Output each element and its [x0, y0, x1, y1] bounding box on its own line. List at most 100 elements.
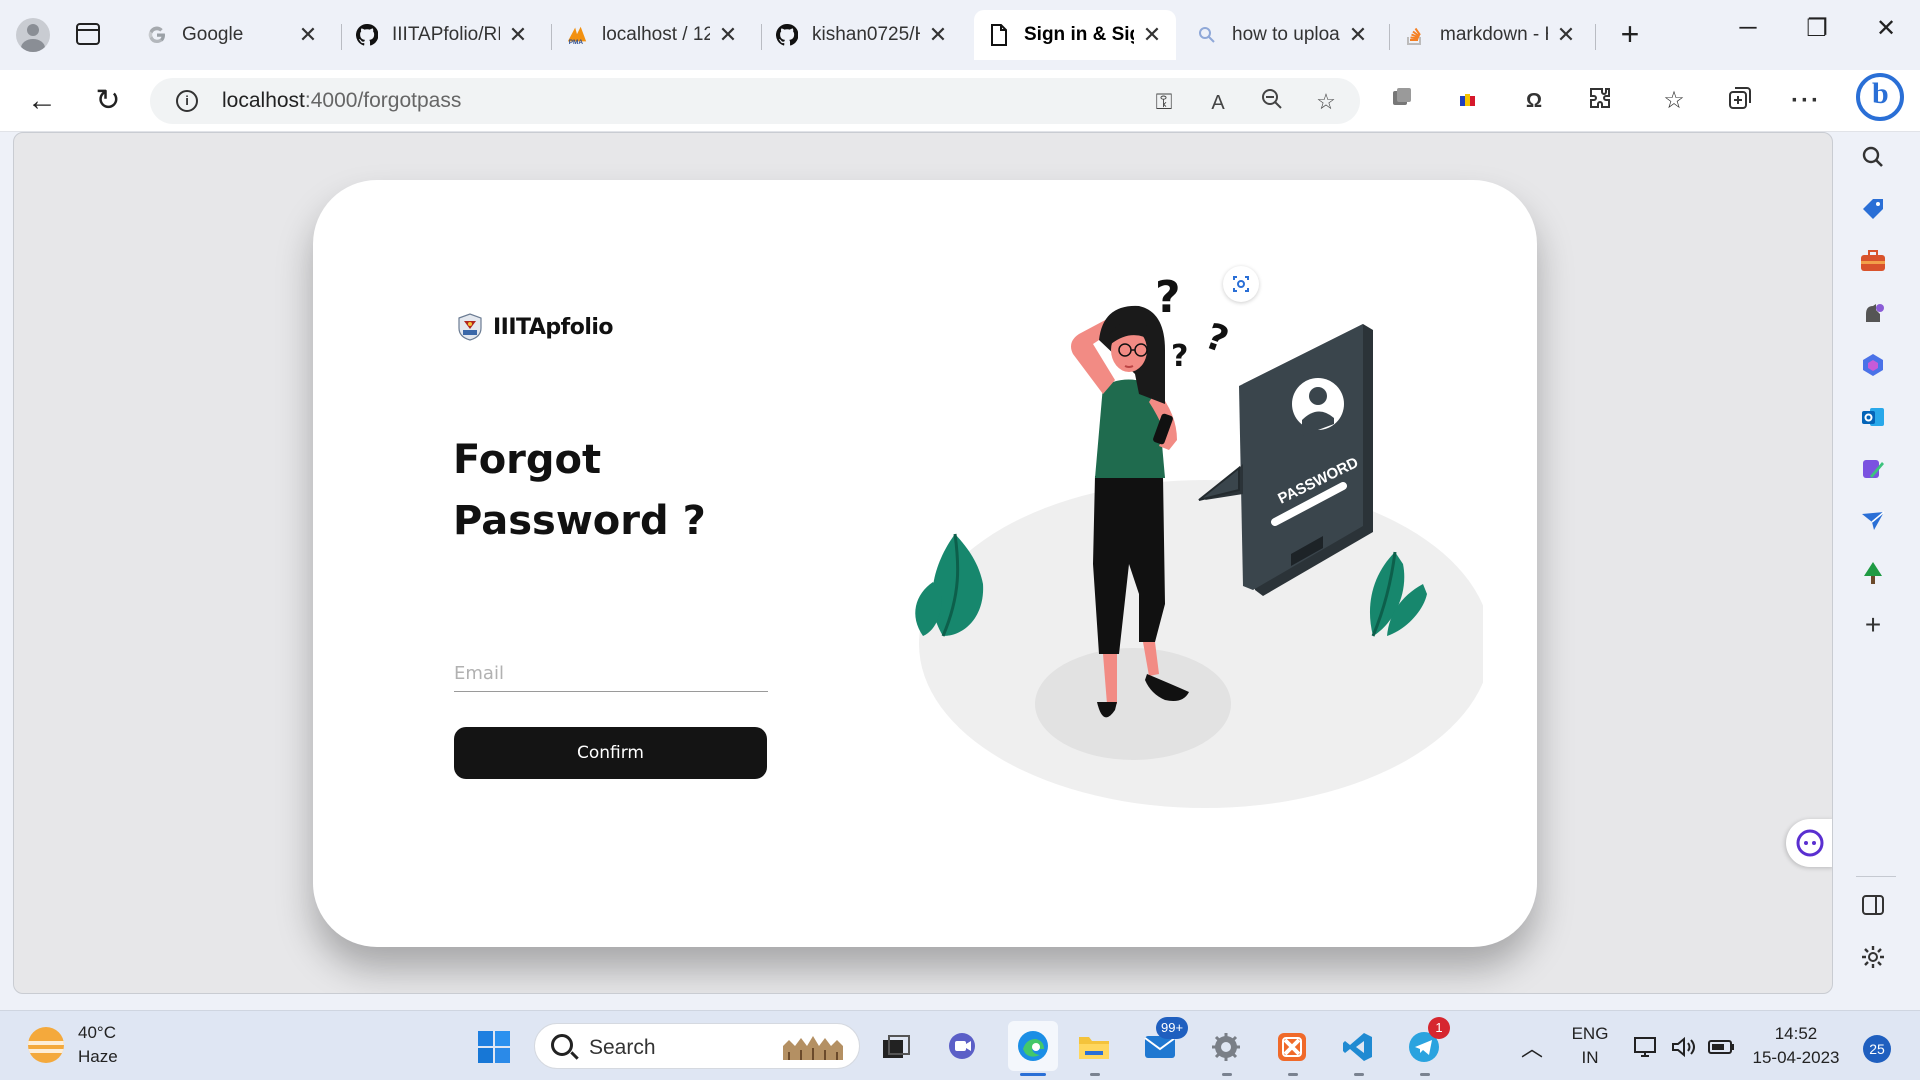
- tab-label: Sign in & Sign: [1024, 24, 1134, 45]
- settings-icon[interactable]: [1206, 1027, 1246, 1067]
- visual-search-button[interactable]: [1223, 266, 1259, 302]
- email-field[interactable]: [454, 650, 768, 691]
- tab-github-kishan[interactable]: kishan0725/H ✕: [762, 10, 962, 60]
- forgot-password-card: IIITApfolio Forgot Password ? Confirm: [313, 180, 1537, 947]
- tools-briefcase-icon[interactable]: [1856, 244, 1890, 278]
- close-tab-icon[interactable]: ✕: [1142, 22, 1162, 48]
- assistant-button[interactable]: [1786, 819, 1832, 867]
- more-options-icon[interactable]: ···: [1790, 85, 1822, 117]
- games-icon[interactable]: [1856, 296, 1890, 330]
- tab-phpmyadmin[interactable]: PMA localhost / 12 ✕: [552, 10, 752, 60]
- confirm-button[interactable]: Confirm: [454, 727, 767, 779]
- tab-label: IIITAPfolio/RE: [392, 24, 500, 45]
- network-icon[interactable]: [1626, 1027, 1666, 1067]
- tab-sign-in-active[interactable]: Sign in & Sign ✕: [974, 10, 1176, 60]
- hide-sidebar-icon[interactable]: [1856, 888, 1890, 922]
- taskbar-search-placeholder: Search: [589, 1036, 656, 1059]
- zoom-icon[interactable]: [1258, 88, 1286, 116]
- url-text[interactable]: localhost:4000/forgotpass: [222, 89, 461, 113]
- settings-gear-icon[interactable]: [1856, 940, 1890, 974]
- volume-icon[interactable]: [1664, 1027, 1704, 1067]
- weather-desc: Haze: [78, 1047, 118, 1066]
- stackoverflow-icon: [1404, 24, 1426, 46]
- tab-google[interactable]: Google ✕: [132, 10, 332, 60]
- svg-text:?: ?: [1200, 316, 1234, 362]
- language-code: ENG: [1571, 1024, 1609, 1043]
- mail-badge: 99+: [1156, 1017, 1189, 1039]
- page-title-line1: Forgot: [453, 437, 602, 483]
- file-explorer-icon[interactable]: [1074, 1027, 1114, 1067]
- designer-icon[interactable]: [1856, 452, 1890, 486]
- brand[interactable]: IIITApfolio: [455, 312, 614, 342]
- minimize-button[interactable]: ─: [1728, 14, 1768, 42]
- close-tab-icon[interactable]: ✕: [508, 22, 528, 48]
- svg-text:PMA: PMA: [569, 39, 584, 46]
- back-button[interactable]: ←: [24, 84, 60, 120]
- new-tab-button[interactable]: +: [1612, 16, 1648, 53]
- search-icon[interactable]: [1856, 140, 1890, 174]
- profile-avatar[interactable]: [16, 18, 50, 52]
- telegram-badge: 1: [1428, 1017, 1450, 1039]
- edge-browser-icon[interactable]: [1008, 1021, 1058, 1071]
- password-key-icon[interactable]: ⚿: [1150, 88, 1178, 116]
- close-tab-icon[interactable]: ✕: [928, 22, 948, 48]
- read-aloud-icon[interactable]: A: [1204, 88, 1232, 116]
- tab-label: markdown - H: [1440, 24, 1548, 45]
- send-plane-icon[interactable]: [1856, 504, 1890, 538]
- notification-count-badge[interactable]: 25: [1863, 1035, 1891, 1063]
- windows-taskbar: 40°C Haze Search 99+ 1 ︿ ENG IN 14:52 15…: [0, 1010, 1920, 1080]
- search-highlight-image-icon: [783, 1036, 843, 1060]
- shopping-tag-icon[interactable]: [1856, 192, 1890, 226]
- restore-button[interactable]: ❐: [1797, 14, 1837, 43]
- collections-extension-icon[interactable]: [1386, 85, 1418, 117]
- teams-chat-icon[interactable]: [942, 1027, 982, 1067]
- site-info-icon[interactable]: i: [176, 90, 198, 112]
- close-window-button[interactable]: ✕: [1866, 14, 1906, 43]
- tree-icon[interactable]: [1856, 556, 1890, 590]
- tab-how-to-upload[interactable]: how to upload ✕: [1182, 10, 1382, 60]
- tab-github-repo[interactable]: IIITAPfolio/RE ✕: [342, 10, 542, 60]
- url-host: localhost: [222, 89, 305, 112]
- tab-strip: Google ✕ IIITAPfolio/RE ✕ PMA localhost …: [0, 0, 1920, 70]
- tab-actions-icon[interactable]: [76, 23, 100, 45]
- vscode-icon[interactable]: [1338, 1027, 1378, 1067]
- collections-icon[interactable]: [1724, 85, 1756, 117]
- clock[interactable]: 14:52 15-04-2023: [1746, 1022, 1846, 1070]
- weather-widget[interactable]: 40°C Haze: [28, 1021, 118, 1069]
- language-indicator[interactable]: ENG IN: [1566, 1022, 1614, 1070]
- github-icon: [776, 24, 798, 46]
- task-view-icon[interactable]: [876, 1027, 916, 1067]
- brand-name: IIITApfolio: [493, 314, 614, 340]
- search-icon: [1196, 24, 1218, 46]
- page-viewport: IIITApfolio Forgot Password ? Confirm: [13, 132, 1833, 994]
- clock-date: 15-04-2023: [1752, 1048, 1840, 1067]
- refresh-button[interactable]: ↻: [90, 84, 126, 120]
- extensions-icon[interactable]: [1584, 85, 1616, 117]
- add-favorite-icon[interactable]: ☆: [1312, 88, 1340, 116]
- add-sidebar-app-icon[interactable]: +: [1856, 608, 1890, 642]
- bing-copilot-icon[interactable]: b: [1856, 73, 1904, 121]
- close-tab-icon[interactable]: ✕: [1348, 22, 1368, 48]
- favorites-icon[interactable]: ☆: [1658, 85, 1690, 117]
- edge-sidebar: +: [1834, 132, 1920, 1010]
- microsoft-365-icon[interactable]: [1856, 348, 1890, 382]
- taskbar-search[interactable]: Search: [534, 1023, 860, 1069]
- svg-text:?: ?: [1155, 272, 1181, 323]
- close-tab-icon[interactable]: ✕: [1556, 22, 1576, 48]
- omega-extension-icon[interactable]: Ω: [1518, 85, 1550, 117]
- start-button[interactable]: [474, 1027, 514, 1067]
- extension-flag-icon[interactable]: [1452, 85, 1484, 117]
- show-hidden-icons-chevron-up-icon[interactable]: ︿: [1512, 1027, 1552, 1067]
- tab-markdown[interactable]: markdown - H ✕: [1390, 10, 1590, 60]
- outlook-icon[interactable]: [1856, 400, 1890, 434]
- close-tab-icon[interactable]: ✕: [718, 22, 738, 48]
- phpmyadmin-icon: PMA: [566, 24, 588, 46]
- forgot-password-illustration: PASSWORD ? ? ?: [915, 272, 1483, 808]
- github-icon: [356, 24, 378, 46]
- brand-logo-icon: [458, 313, 482, 341]
- tab-label: localhost / 12: [602, 24, 710, 45]
- close-tab-icon[interactable]: ✕: [298, 22, 318, 48]
- battery-icon[interactable]: [1702, 1027, 1742, 1067]
- address-bar[interactable]: i localhost:4000/forgotpass ⚿ A ☆: [150, 78, 1360, 124]
- xampp-icon[interactable]: [1272, 1027, 1312, 1067]
